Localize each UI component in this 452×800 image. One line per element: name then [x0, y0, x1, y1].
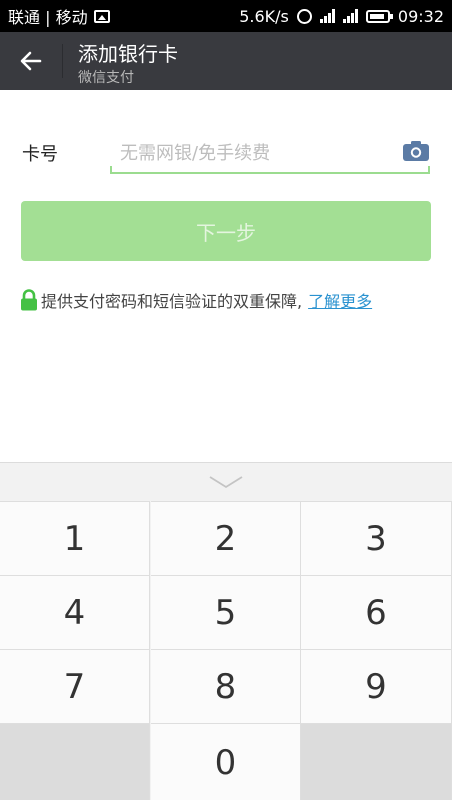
key-2[interactable]: 2	[151, 501, 301, 575]
camera-scan-button[interactable]	[402, 140, 430, 162]
keyboard-collapse-button[interactable]	[0, 463, 452, 501]
next-step-button[interactable]: 下一步	[21, 201, 431, 261]
arrow-left-icon	[20, 51, 42, 71]
page-title: 添加银行卡	[78, 42, 178, 66]
input-edge-right	[428, 166, 430, 174]
key-3[interactable]: 3	[301, 501, 452, 575]
security-text: 提供支付密码和短信验证的双重保障,	[41, 292, 303, 311]
signal-icon-2	[342, 9, 358, 23]
input-edge-left	[110, 166, 112, 174]
key-1[interactable]: 1	[0, 501, 150, 575]
lock-icon	[21, 289, 37, 311]
status-bar: 联通 | 移动 5.6K/s 09:32	[0, 0, 452, 32]
status-left: 联通 | 移动	[8, 4, 110, 28]
key-5[interactable]: 5	[151, 575, 301, 649]
network-speed: 5.6K/s	[239, 6, 289, 26]
signal-icon	[319, 9, 335, 23]
camera-icon	[403, 141, 429, 161]
clock-time: 09:32	[397, 6, 444, 26]
status-right: 5.6K/s 09:32	[239, 7, 444, 26]
page-subtitle: 微信支付	[78, 70, 134, 86]
key-4[interactable]: 4	[0, 575, 150, 649]
key-7[interactable]: 7	[0, 649, 150, 723]
header-divider	[62, 44, 63, 78]
battery-icon	[365, 9, 393, 23]
key-blank-left	[0, 723, 150, 800]
security-note: 提供支付密码和短信验证的双重保障, 了解更多	[20, 288, 372, 312]
app-header: 添加银行卡 微信支付	[0, 32, 452, 90]
numeric-keyboard: 1 2 3 4 5 6 7 8 9 0	[0, 462, 452, 800]
key-0[interactable]: 0	[151, 723, 301, 800]
key-blank-right	[301, 723, 452, 800]
alarm-icon	[296, 8, 312, 24]
back-button[interactable]	[0, 32, 62, 90]
picture-icon	[93, 9, 110, 23]
carrier-text: 联通 | 移动	[8, 8, 88, 27]
card-number-input[interactable]	[110, 134, 430, 174]
key-6[interactable]: 6	[301, 575, 452, 649]
key-8[interactable]: 8	[151, 649, 301, 723]
key-9[interactable]: 9	[301, 649, 452, 723]
card-number-label: 卡号	[22, 144, 58, 165]
chevron-down-icon	[209, 476, 243, 489]
learn-more-link[interactable]: 了解更多	[308, 288, 372, 312]
